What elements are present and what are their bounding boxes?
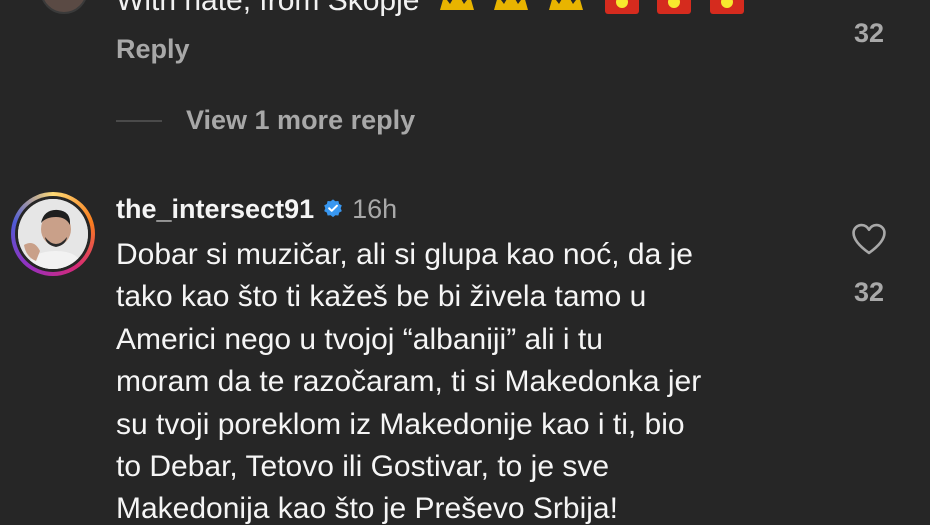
previous-comment-body: With hate, from Skopje <box>116 0 420 17</box>
comment-line: Dobar si muzičar, ali si glupa kao noć, … <box>116 238 693 271</box>
verified-badge-icon <box>324 199 342 218</box>
previous-commenter-avatar[interactable] <box>40 0 88 14</box>
previous-comment-text: With hate, from Skopje <box>116 0 744 18</box>
macedonia-flag-icon <box>709 0 744 15</box>
comment-line: su tvoji poreklom iz Makedonije kao i ti… <box>116 407 685 441</box>
reply-button[interactable]: Reply <box>116 34 190 65</box>
macedonia-flag-icon <box>604 0 639 15</box>
macedonia-flag-icon <box>657 0 692 15</box>
comment-text: Dobar si muzičar, ali si glupa kao noć, … <box>116 234 836 525</box>
emoji-icon <box>548 0 583 11</box>
comment-header: the_intersect91 16h <box>116 192 397 226</box>
comment-line: moram da te razočaram, ti si Makedonka j… <box>116 365 702 399</box>
view-more-replies-button[interactable]: View 1 more reply <box>116 105 415 136</box>
heart-icon[interactable] <box>850 222 888 256</box>
comments-section: With hate, from Skopje Reply 32 View 1 m… <box>0 0 930 525</box>
comment-line: tako kao što ti kažeš be bi živela tamo … <box>116 280 647 314</box>
comment-like-count: 32 <box>853 277 885 307</box>
avatar-inner-border <box>15 196 91 272</box>
comment-timestamp: 16h <box>352 193 398 224</box>
avatar-photo <box>18 199 88 269</box>
emoji-icon <box>439 0 474 11</box>
avatar <box>18 199 88 269</box>
view-more-replies-label: View 1 more reply <box>186 105 416 135</box>
comment-line: Americi nego u tvojoj “albaniji” ali i t… <box>116 322 603 356</box>
comment-line: to Debar, Tetovo ili Gostivar, to je sve <box>116 450 610 484</box>
divider-line <box>116 119 162 122</box>
previous-comment-like-count: 32 <box>853 18 885 48</box>
emoji-group <box>436 0 587 18</box>
username-link[interactable]: the_intersect91 <box>116 194 314 225</box>
commenter-avatar-story-ring[interactable] <box>11 192 95 276</box>
comment-line: Makedonija kao što je Preševo Srbija! <box>116 492 618 525</box>
emoji-icon <box>494 0 529 11</box>
